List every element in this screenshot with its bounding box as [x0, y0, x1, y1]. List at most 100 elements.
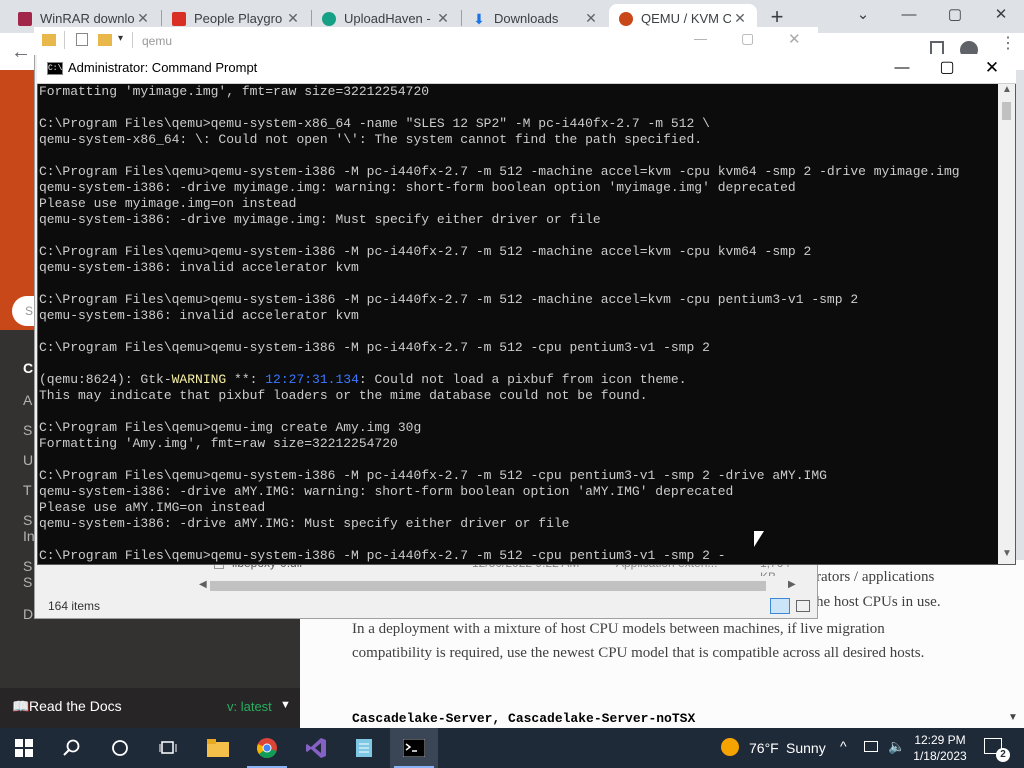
close-tab-icon[interactable]: ✕ — [731, 10, 749, 27]
cmd-line-segment: **: — [226, 372, 266, 387]
cpu-model-code: Cascadelake-Server, Cascadelake-Server-n… — [352, 711, 696, 726]
close-tab-icon[interactable]: ✕ — [434, 10, 452, 27]
cmd-line: qemu-system-i386: -drive myimage.img: wa… — [39, 180, 796, 195]
cmd-line — [39, 324, 997, 340]
docs-sidebar-header — [0, 70, 34, 330]
cmd-minimize-button[interactable]: — — [885, 56, 919, 80]
cmd-line: C:\Program Files\qemu>qemu-system-i386 -… — [39, 468, 827, 483]
explorer-titlebar: ▾ qemu — ▢ ✕ — [34, 27, 818, 55]
docs-nav-letter[interactable]: S — [23, 558, 32, 574]
rtd-version-footer[interactable]: 📖 Read the Docs v: latest ▼ — [0, 688, 300, 728]
cmd-title: Administrator: Command Prompt — [68, 60, 258, 75]
visual-studio-taskbar-icon[interactable] — [292, 728, 340, 768]
search-icon[interactable] — [48, 728, 96, 768]
explorer-horizontal-scrollbar[interactable]: ◀ ▶ — [196, 578, 802, 594]
volume-icon[interactable]: 🔈 — [888, 738, 905, 755]
cmd-line-segment: WARNING — [171, 372, 227, 387]
tab-search-dropdown-icon[interactable]: ⌄ — [840, 0, 886, 30]
book-icon: 📖 — [12, 698, 30, 714]
docs-nav-letter[interactable]: A — [23, 392, 32, 408]
folder-icon — [42, 34, 56, 46]
close-tab-icon[interactable]: ✕ — [134, 10, 152, 27]
cmd-line — [39, 532, 997, 548]
explorer-title: qemu — [142, 34, 173, 48]
scroll-down-icon[interactable]: ▼ — [1002, 548, 1012, 559]
explorer-close-button[interactable]: ✕ — [788, 30, 801, 48]
cmd-line: Formatting 'Amy.img', fmt=raw size=32212… — [39, 436, 398, 451]
explorer-minimize-button[interactable]: — — [694, 31, 707, 46]
page-text-fragment: he host CPUs in use. — [816, 594, 941, 610]
new-folder-icon[interactable] — [98, 34, 112, 46]
details-view-icon[interactable] — [770, 598, 790, 614]
scroll-right-icon[interactable]: ▶ — [788, 579, 796, 590]
docs-nav-letter[interactable]: In — [23, 528, 35, 544]
chrome-taskbar-icon[interactable] — [243, 728, 291, 768]
scrollbar-thumb[interactable] — [210, 581, 766, 591]
close-tab-icon[interactable]: ✕ — [284, 10, 302, 27]
explorer-maximize-button[interactable]: ▢ — [741, 30, 754, 47]
weather-desc[interactable]: Sunny — [786, 740, 826, 756]
cmd-scrollbar[interactable]: ▲ ▼ — [998, 84, 1015, 564]
browser-close-button[interactable]: ✕ — [978, 0, 1024, 30]
winrar-icon — [18, 11, 32, 26]
cmd-line: This may indicate that pixbuf loaders or… — [39, 388, 648, 403]
cortana-icon[interactable] — [96, 728, 144, 768]
cmd-icon: C:\ — [47, 62, 63, 75]
cmd-line: qemu-system-i386: -drive aMY.IMG: warnin… — [39, 484, 734, 499]
clock-date[interactable]: 1/18/2023 — [912, 749, 968, 763]
start-button[interactable] — [0, 728, 48, 768]
uploadhaven-icon — [322, 11, 336, 26]
cmd-line: C:\Program Files\qemu>qemu-system-x86_64… — [39, 116, 710, 131]
cmd-output[interactable]: Formatting 'myimage.img', fmt=raw size=3… — [39, 84, 997, 562]
download-icon: ⬇ — [473, 10, 485, 27]
scroll-up-icon[interactable]: ▲ — [1002, 84, 1012, 95]
docs-search-input[interactable]: S — [12, 296, 36, 326]
notepad-taskbar-icon[interactable] — [340, 728, 388, 768]
properties-icon[interactable] — [76, 33, 88, 46]
notification-badge: 2 — [996, 748, 1010, 762]
docs-nav-letter[interactable]: S — [23, 574, 32, 590]
cmd-line — [39, 228, 997, 244]
qemu-favicon-icon — [619, 11, 633, 26]
close-tab-icon[interactable]: ✕ — [582, 10, 600, 27]
docs-nav-letter[interactable]: C — [23, 360, 33, 376]
cmd-line: qemu-system-i386: -drive aMY.IMG: Must s… — [39, 516, 570, 531]
cmd-line: C:\Program Files\qemu>qemu-system-i386 -… — [39, 548, 726, 562]
back-icon[interactable]: ← — [8, 39, 34, 65]
weather-temp[interactable]: 76°F — [749, 740, 779, 756]
page-text-fragment: rators / applications — [816, 569, 935, 585]
docs-nav-letter[interactable]: U — [23, 452, 33, 468]
browser-maximize-button[interactable]: ▢ — [932, 0, 978, 30]
cmd-titlebar[interactable]: C:\ Administrator: Command Prompt — ▢ ✕ — [37, 54, 1016, 84]
large-icons-view-icon[interactable] — [796, 600, 810, 612]
cmd-line: C:\Program Files\qemu>qemu-system-i386 -… — [39, 292, 859, 307]
cmd-line — [39, 356, 997, 372]
cmd-line: C:\Program Files\qemu>qemu-img create Am… — [39, 420, 422, 435]
people-playground-icon — [172, 11, 186, 26]
cmd-taskbar-icon[interactable] — [390, 728, 438, 768]
show-hidden-icons-icon[interactable]: ^ — [840, 738, 847, 754]
docs-nav-letter[interactable]: S — [23, 422, 32, 438]
cmd-close-button[interactable]: ✕ — [975, 56, 1009, 80]
scroll-down-icon[interactable]: ▼ — [1008, 712, 1018, 723]
cmd-line: (qemu:8624): Gtk-WARNING **: 12:27:31.13… — [39, 372, 997, 388]
network-icon[interactable] — [864, 741, 878, 752]
docs-nav-letter[interactable]: T — [23, 482, 32, 498]
file-explorer-taskbar-icon[interactable] — [194, 728, 242, 768]
clock-time[interactable]: 12:29 PM — [914, 733, 966, 747]
docs-nav-letter[interactable]: S — [23, 512, 32, 528]
windows-taskbar: 76°F Sunny ^ 🔈 12:29 PM 1/18/2023 2 — [0, 728, 1024, 768]
cmd-line — [39, 276, 997, 292]
cmd-line: C:\Program Files\qemu>qemu-system-i386 -… — [39, 340, 710, 355]
weather-sun-icon[interactable] — [721, 738, 739, 756]
rtd-footer-label: Read the Docs — [29, 698, 122, 714]
docs-nav-letter[interactable]: D — [23, 606, 33, 622]
cmd-line: qemu-system-x86_64: \: Could not open '\… — [39, 132, 703, 147]
scroll-left-icon[interactable]: ◀ — [199, 579, 207, 590]
caret-down-icon: ▼ — [280, 699, 291, 711]
scrollbar-thumb[interactable] — [1002, 102, 1011, 120]
browser-minimize-button[interactable]: — — [886, 0, 932, 30]
quick-access-dropdown-icon[interactable]: ▾ — [118, 33, 123, 44]
task-view-icon[interactable] — [144, 728, 192, 768]
cmd-maximize-button[interactable]: ▢ — [930, 56, 964, 80]
